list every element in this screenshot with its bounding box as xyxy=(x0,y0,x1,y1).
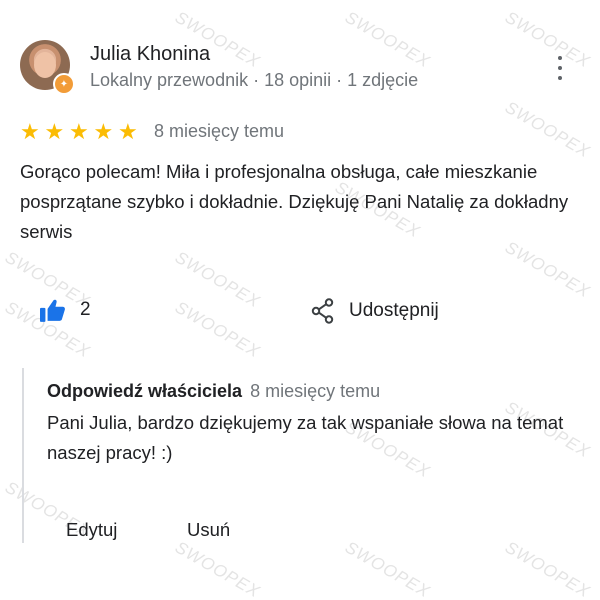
review-date: 8 miesięcy temu xyxy=(154,121,285,141)
star-icon: ★ xyxy=(20,119,40,144)
owner-reply-date: 8 miesięcy temu xyxy=(250,381,381,401)
star-icon: ★ xyxy=(69,119,89,144)
share-icon xyxy=(311,298,334,324)
star-rating: ★ ★ ★ ★ ★ xyxy=(20,121,143,143)
star-icon: ★ xyxy=(118,119,138,144)
like-button[interactable]: 2 xyxy=(40,298,91,322)
avatar-face xyxy=(34,52,56,78)
owner-reply-text: Pani Julia, bardzo dziękujemy za tak wsp… xyxy=(47,412,564,463)
star-icon: ★ xyxy=(93,119,114,144)
edit-button[interactable]: Edytuj xyxy=(66,519,117,541)
reviewer-name[interactable]: Julia Khonina xyxy=(90,43,210,66)
owner-reply: Odpowiedź właściciela 8 miesięcy temu Pan… xyxy=(22,368,584,543)
share-label: Udostępnij xyxy=(349,300,439,321)
delete-button[interactable]: Usuń xyxy=(187,519,230,541)
share-button[interactable]: Udostępnij xyxy=(311,298,439,324)
star-icon: ★ xyxy=(44,119,65,144)
local-guide-badge-icon: ✦ xyxy=(53,73,75,95)
review-text: Gorąco polecam! Miła i profesjonalna obs… xyxy=(20,161,569,242)
owner-reply-header: Odpowiedź właściciela 8 miesięcy temu xyxy=(47,381,380,402)
like-count: 2 xyxy=(80,299,91,320)
review-card: ✦ Julia Khonina Lokalny przewodnik · 18 … xyxy=(0,0,600,600)
owner-reply-title: Odpowiedź właściciela xyxy=(47,381,243,401)
avatar[interactable]: ✦ xyxy=(20,40,75,95)
more-vert-icon[interactable] xyxy=(550,56,570,80)
reviewer-meta: Lokalny przewodnik · 18 opinii · 1 zdjęc… xyxy=(90,70,419,90)
thumbs-up-icon xyxy=(40,299,65,322)
